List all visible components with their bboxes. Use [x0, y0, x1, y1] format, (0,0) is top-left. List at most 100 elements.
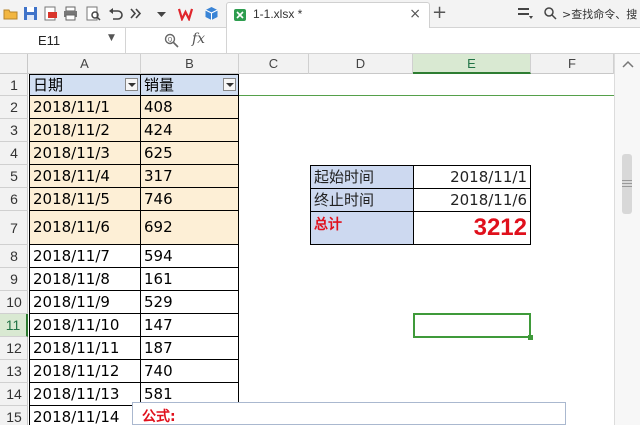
document-tab-title: 1-1.xlsx * — [253, 7, 303, 21]
dropdown-icon[interactable] — [154, 6, 169, 21]
table-cell-sales[interactable]: 529 — [141, 291, 239, 314]
table-cell-sales[interactable]: 161 — [141, 268, 239, 291]
row-header-11[interactable]: 11 — [0, 314, 28, 337]
scroll-up-icon[interactable] — [622, 60, 634, 68]
row-header-7[interactable]: 7 — [0, 211, 28, 245]
print-preview-icon[interactable] — [86, 6, 101, 21]
worksheet-grid[interactable]: 日期 销量 2018/11/1 408 2018/11/2 424 2018/1… — [29, 74, 614, 425]
table-header-sales[interactable]: 销量 — [141, 74, 239, 96]
row-header-14[interactable]: 14 — [0, 383, 28, 406]
vertical-scrollbar[interactable] — [614, 54, 640, 425]
start-time-label[interactable]: 起始时间 — [310, 165, 414, 189]
table-cell-date[interactable]: 2018/11/3 — [29, 142, 141, 165]
formula-bar: E11 ▼ Q fx — [0, 28, 640, 54]
end-time-value[interactable]: 2018/11/6 — [413, 188, 531, 212]
total-value[interactable]: 3212 — [413, 211, 531, 245]
new-tab-button[interactable]: + — [432, 2, 447, 23]
table-header-date[interactable]: 日期 — [29, 74, 141, 96]
scrollbar-thumb[interactable] — [622, 154, 632, 214]
active-cell-e11[interactable] — [413, 313, 531, 338]
table-cell-sales[interactable]: 147 — [141, 314, 239, 337]
svg-text:Q: Q — [168, 36, 173, 43]
command-search-label: >查找命令、搜 — [562, 8, 638, 21]
column-header-f[interactable]: F — [531, 54, 614, 74]
start-time-value[interactable]: 2018/11/1 — [413, 165, 531, 189]
folder-icon[interactable] — [3, 6, 18, 21]
column-header-d[interactable]: D — [309, 54, 413, 74]
thumb-grip-line — [622, 183, 632, 184]
row-header-6[interactable]: 6 — [0, 188, 28, 211]
zoom-formula-icon[interactable]: Q — [164, 33, 179, 48]
column-header-e[interactable]: E — [413, 54, 531, 74]
table-cell-sales[interactable]: 594 — [141, 245, 239, 268]
row-header-1[interactable]: 1 — [0, 74, 28, 96]
row-header-4[interactable]: 4 — [0, 142, 28, 165]
column-header-c[interactable]: C — [239, 54, 309, 74]
header-date-label: 日期 — [33, 76, 64, 94]
table-cell-date[interactable]: 2018/11/14 — [29, 406, 141, 425]
row-header-9[interactable]: 9 — [0, 268, 28, 291]
table-cell-date[interactable]: 2018/11/13 — [29, 383, 141, 406]
undo-icon[interactable] — [108, 6, 123, 21]
menu-icon[interactable] — [518, 7, 533, 20]
table-cell-date[interactable]: 2018/11/9 — [29, 291, 141, 314]
column-header-a[interactable]: A — [29, 54, 141, 74]
filter-dropdown-icon[interactable] — [223, 78, 236, 91]
table-cell-sales[interactable]: 692 — [141, 211, 239, 245]
more-icon[interactable] — [128, 6, 143, 21]
formula-popup-title: 公式: — [142, 409, 176, 425]
name-box-value: E11 — [38, 33, 61, 48]
insert-function-button[interactable]: fx — [192, 31, 205, 47]
formula-input[interactable] — [226, 28, 640, 53]
command-search-box[interactable]: >查找命令、搜 — [540, 4, 640, 24]
export-pdf-icon[interactable] — [43, 6, 58, 21]
table-cell-sales[interactable]: 187 — [141, 337, 239, 360]
document-tab[interactable]: 1-1.xlsx * × — [226, 2, 430, 28]
table-cell-sales[interactable]: 317 — [141, 165, 239, 188]
wps-logo-icon[interactable] — [178, 6, 193, 21]
table-cell-date[interactable]: 2018/11/7 — [29, 245, 141, 268]
row-header-15[interactable]: 15 — [0, 406, 28, 425]
table-cell-date[interactable]: 2018/11/10 — [29, 314, 141, 337]
table-cell-sales[interactable]: 625 — [141, 142, 239, 165]
row-header-12[interactable]: 12 — [0, 337, 28, 360]
table-cell-date[interactable]: 2018/11/12 — [29, 360, 141, 383]
table-cell-date[interactable]: 2018/11/5 — [29, 188, 141, 211]
row-header-3[interactable]: 3 — [0, 119, 28, 142]
table-cell-date[interactable]: 2018/11/1 — [29, 96, 141, 119]
row-header-5[interactable]: 5 — [0, 165, 28, 188]
table-cell-sales[interactable]: 746 — [141, 188, 239, 211]
row-header-8[interactable]: 8 — [0, 245, 28, 268]
thumb-grip-line — [622, 186, 632, 187]
column-headers: A B C D E F — [0, 54, 640, 74]
filter-dropdown-icon[interactable] — [125, 78, 138, 91]
name-box[interactable]: E11 ▼ — [0, 28, 126, 53]
chevron-down-icon[interactable]: ▼ — [108, 33, 115, 43]
close-tab-icon[interactable]: × — [409, 6, 421, 22]
thumb-grip-line — [622, 180, 632, 181]
table-cell-date[interactable]: 2018/11/8 — [29, 268, 141, 291]
table-cell-date[interactable]: 2018/11/4 — [29, 165, 141, 188]
fill-handle[interactable] — [528, 335, 533, 340]
spreadsheet-file-icon — [234, 9, 246, 21]
formula-popup: 公式: — [132, 402, 566, 425]
table-cell-date[interactable]: 2018/11/11 — [29, 337, 141, 360]
table-cell-date[interactable]: 2018/11/2 — [29, 119, 141, 142]
search-icon — [544, 7, 557, 20]
select-all-corner[interactable] — [0, 54, 28, 74]
row-headers: 1 2 3 4 5 6 7 8 9 10 11 12 13 14 15 — [0, 74, 28, 425]
end-time-label[interactable]: 终止时间 — [310, 188, 414, 212]
table-cell-sales[interactable]: 740 — [141, 360, 239, 383]
table-cell-sales[interactable]: 424 — [141, 119, 239, 142]
column-header-b[interactable]: B — [141, 54, 239, 74]
row-header-13[interactable]: 13 — [0, 360, 28, 383]
print-icon[interactable] — [63, 6, 78, 21]
total-label[interactable]: 总计 — [310, 211, 414, 245]
table-cell-date[interactable]: 2018/11/6 — [29, 211, 141, 245]
table-cell-sales[interactable]: 408 — [141, 96, 239, 119]
row-header-10[interactable]: 10 — [0, 291, 28, 314]
row-header-2[interactable]: 2 — [0, 96, 28, 119]
header-sales-label: 销量 — [144, 76, 175, 94]
apps-cube-icon[interactable] — [204, 6, 219, 21]
save-icon[interactable] — [23, 6, 38, 21]
